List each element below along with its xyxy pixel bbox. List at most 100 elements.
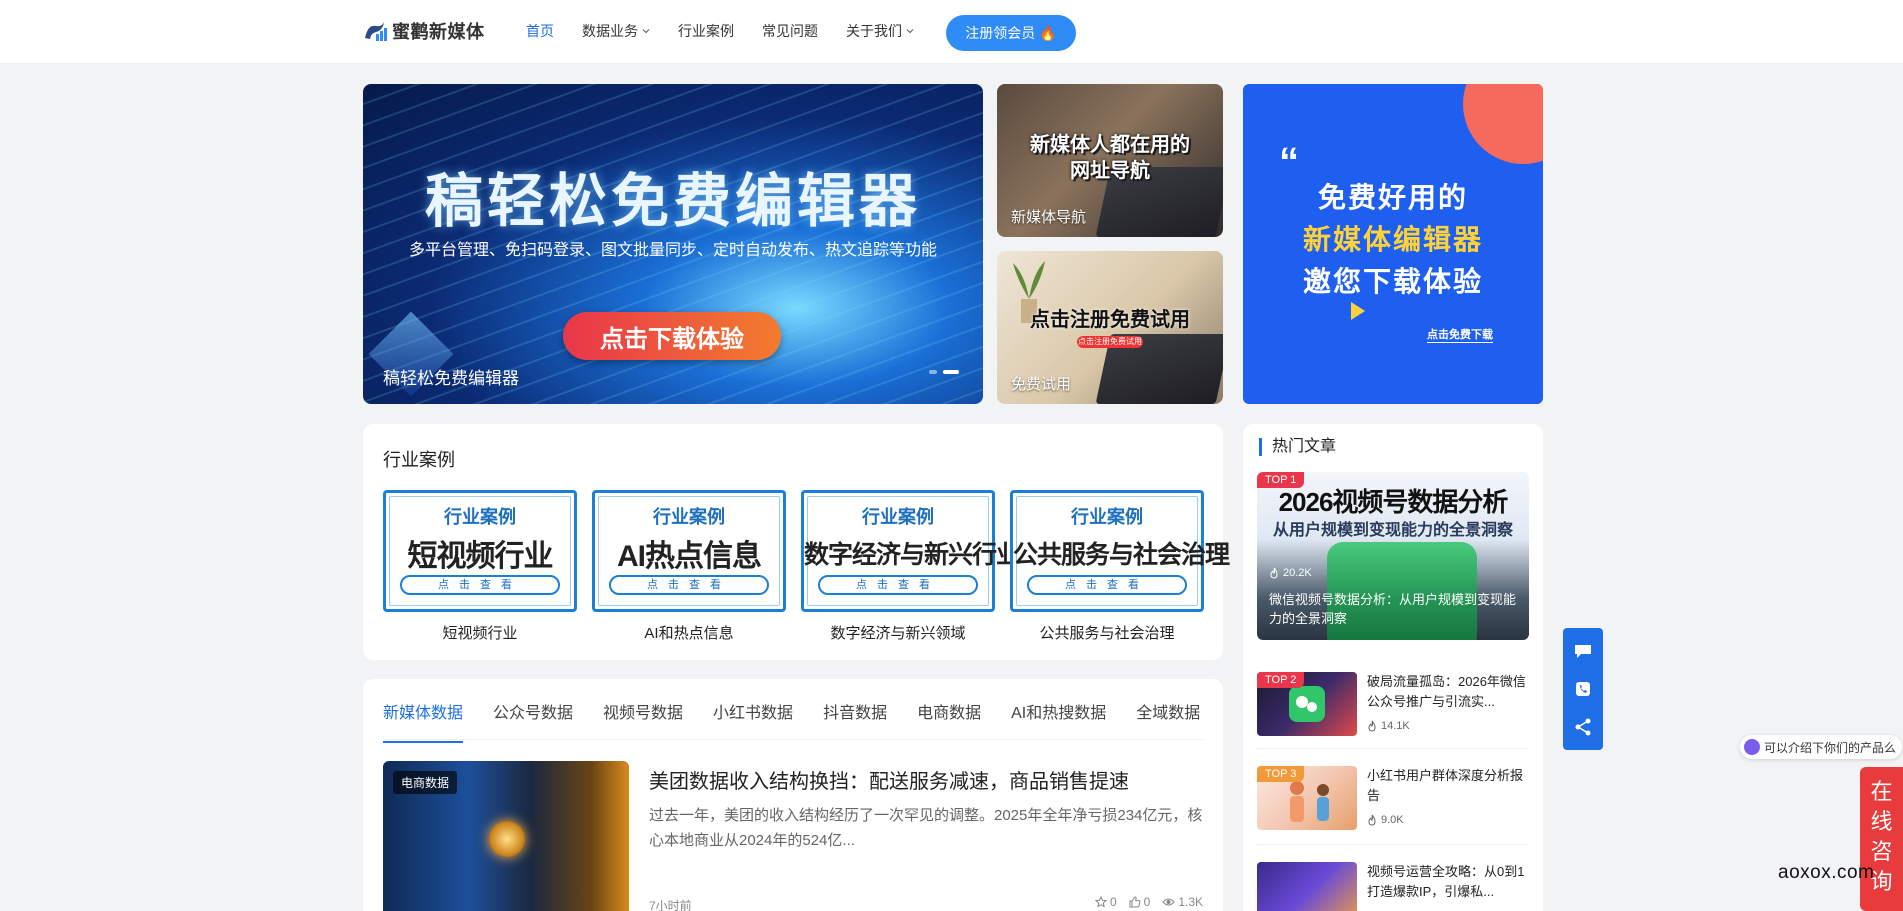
site-logo[interactable]: 蜜鹳新媒体 xyxy=(362,18,485,44)
logo-text: 蜜鹳新媒体 xyxy=(392,22,485,42)
hot-article-item[interactable]: 视频号运营全攻略：从0到1打造爆款IP，引爆私... xyxy=(1257,862,1529,911)
thumbs-up-icon xyxy=(1129,896,1140,908)
divider xyxy=(1257,844,1529,845)
decorative-circle xyxy=(1463,84,1543,164)
article-summary: 过去一年，美团的收入结构经历了一次罕见的调整。2025年全年净亏损234亿元，核… xyxy=(649,807,1203,849)
case-public-service[interactable]: 行业案例 公共服务与社会治理 点击查看 公共服务与社会治理 xyxy=(1010,490,1230,643)
hot-view-count: 9.0K xyxy=(1381,814,1404,826)
rank-badge: TOP 3 xyxy=(1257,766,1305,782)
like-stat[interactable]: 0 xyxy=(1129,895,1150,909)
chevron-down-icon xyxy=(906,29,914,34)
nav-about-label: 关于我们 xyxy=(846,23,902,39)
tab-xiaohongshu-data[interactable]: 小红书数据 xyxy=(713,699,793,743)
article-time: 7小时前 xyxy=(649,899,692,911)
tab-ai-hot-search-data[interactable]: AI和热搜数据 xyxy=(1011,699,1106,743)
nav-banner-line1: 新媒体人都在用的 xyxy=(1030,134,1190,156)
trial-banner-caption: 免费试用 xyxy=(1011,376,1072,393)
case-check-button: 点击查看 xyxy=(609,575,769,595)
top1-caption: 微信视频号数据分析：从用户规模到变现能力的全景洞察 xyxy=(1269,592,1517,626)
hot-article-item[interactable]: TOP 3 小红书用户群体深度分析报告 9.0K xyxy=(1257,766,1529,830)
floating-contact-bar xyxy=(1563,628,1603,750)
nav-faq[interactable]: 常见问题 xyxy=(762,20,818,42)
tabs-divider xyxy=(383,739,1203,740)
eye-icon xyxy=(1162,898,1175,906)
tab-new-media-data[interactable]: 新媒体数据 xyxy=(383,699,464,743)
nav-home[interactable]: 首页 xyxy=(526,20,554,42)
register-member-button[interactable]: 注册领会员 🔥 xyxy=(946,15,1076,51)
tab-ecommerce-data[interactable]: 电商数据 xyxy=(917,699,981,743)
case-ai-hot[interactable]: 行业案例 AI热点信息 点击查看 AI和热点信息 xyxy=(592,490,786,643)
tab-official-account-data[interactable]: 公众号数据 xyxy=(493,699,573,743)
case-check-button: 点击查看 xyxy=(1027,575,1187,595)
case-tag: 行业案例 xyxy=(653,507,725,527)
main-banner[interactable]: 稿轻松免费编辑器 多平台管理、免扫码登录、图文批量同步、定时自动发布、热文追踪等… xyxy=(363,84,983,404)
nav-data-business-label: 数据业务 xyxy=(582,23,638,39)
case-card-image: 行业案例 公共服务与社会治理 点击查看 xyxy=(1010,490,1230,612)
download-experience-button[interactable]: 点击下载体验 xyxy=(563,312,781,360)
main-banner-title: 稿轻松免费编辑器 xyxy=(424,169,921,234)
industry-cases-card: 行业案例 行业案例 短视频行业 点击查看 短视频行业 行业案例 AI热点信息 点… xyxy=(363,424,1230,660)
case-check-button: 点击查看 xyxy=(400,575,560,595)
case-name: 短视频行业 xyxy=(407,540,554,573)
free-trial-banner[interactable]: 点击注册免费试用 点击注册免费试用 免费试用 xyxy=(997,251,1223,404)
chatbot-hint-text: 可以介绍下你们的产品么 xyxy=(1764,740,1897,755)
data-tabs: 新媒体数据 公众号数据 视频号数据 小红书数据 抖音数据 电商数据 AI和热搜数… xyxy=(383,699,1200,743)
hot-articles-card: 热门文章 2026视频号数据分析 从用户规模到变现能力的全景洞察 TOP 1 2… xyxy=(1243,424,1543,911)
online-consult-button[interactable]: 在线咨询 xyxy=(1860,767,1903,911)
tab-omnichannel-data[interactable]: 全域数据 xyxy=(1136,699,1200,743)
phone-icon[interactable] xyxy=(1573,679,1593,699)
nav-banner-caption: 新媒体导航 xyxy=(1011,209,1087,226)
view-stat: 1.3K xyxy=(1162,895,1203,909)
case-short-video[interactable]: 行业案例 短视频行业 点击查看 短视频行业 xyxy=(383,490,577,643)
share-icon[interactable] xyxy=(1573,717,1593,737)
favorite-stat[interactable]: 0 xyxy=(1094,895,1117,909)
chat-icon[interactable] xyxy=(1573,641,1593,661)
flame-icon xyxy=(1368,814,1376,826)
article-item[interactable]: 电商数据 美团数据收入结构换挡：配送服务减速，商品销售提速 过去一年，美团的收入… xyxy=(383,761,1203,911)
case-label: 数字经济与新兴领域 xyxy=(830,625,966,642)
case-digital-economy[interactable]: 行业案例 数字经济与新兴行业 点击查看 数字经济与新兴领域 xyxy=(801,490,1021,643)
article-category-badge: 电商数据 xyxy=(393,771,458,794)
nav-faq-label: 常见问题 xyxy=(762,23,818,39)
tab-douyin-data[interactable]: 抖音数据 xyxy=(823,699,887,743)
case-card-image: 行业案例 短视频行业 点击查看 xyxy=(383,490,577,612)
hot-article-title: 小红书用户群体深度分析报告 xyxy=(1367,768,1524,803)
main-banner-caption: 稿轻松免费编辑器 xyxy=(383,369,519,388)
case-name: AI热点信息 xyxy=(617,540,762,573)
carousel-dot[interactable] xyxy=(929,370,937,374)
editor-download-banner[interactable]: “ 免费好用的 新媒体编辑器 邀您下载体验 点击免费下载 xyxy=(1243,84,1543,404)
nav-about[interactable]: 关于我们 xyxy=(846,20,914,42)
site-header: 蜜鹳新媒体 首页 数据业务 行业案例 常见问题 关于我们 注册领会员 🔥 xyxy=(0,0,1903,64)
article-thumbnail[interactable]: 电商数据 xyxy=(383,761,629,911)
divider xyxy=(1257,748,1529,749)
main-banner-subtitle: 多平台管理、免扫码登录、图文批量同步、定时自动发布、热文追踪等功能 xyxy=(408,242,937,259)
case-tag: 行业案例 xyxy=(1071,507,1143,527)
nav-industry-cases[interactable]: 行业案例 xyxy=(678,20,734,42)
view-count: 1.3K xyxy=(1178,895,1203,909)
rank-badge: TOP 1 xyxy=(1257,472,1305,488)
hot-article-top1[interactable]: 2026视频号数据分析 从用户规模到变现能力的全景洞察 TOP 1 20.2K … xyxy=(1257,472,1529,640)
hot-view-count: 14.1K xyxy=(1381,720,1410,732)
hot-articles-title: 热门文章 xyxy=(1259,438,1336,456)
register-label: 注册领会员 xyxy=(965,25,1036,41)
nav-data-business[interactable]: 数据业务 xyxy=(582,20,650,42)
nav-banner-title: 新媒体人都在用的 网址导航 xyxy=(997,132,1223,184)
right-banner-line3: 邀您下载体验 xyxy=(1302,266,1483,297)
case-tag: 行业案例 xyxy=(862,507,934,527)
article-stats: 0 0 1.3K xyxy=(1094,895,1203,909)
tab-channels-data[interactable]: 视频号数据 xyxy=(603,699,683,743)
trial-banner-badge: 点击注册免费试用 xyxy=(1077,336,1143,348)
watermark-text: aoxox.com xyxy=(1778,862,1875,883)
main-nav: 首页 数据业务 行业案例 常见问题 关于我们 xyxy=(526,20,914,42)
play-icon xyxy=(1351,302,1365,320)
carousel-dot-active[interactable] xyxy=(943,370,959,374)
chatbot-hint-bubble[interactable]: 可以介绍下你们的产品么 xyxy=(1740,735,1903,759)
article-title[interactable]: 美团数据收入结构换挡：配送服务减速，商品销售提速 xyxy=(649,765,1129,794)
right-banner-line1: 免费好用的 xyxy=(1317,182,1468,213)
nav-home-label: 首页 xyxy=(526,23,554,39)
nav-site-banner[interactable]: 新媒体人都在用的 网址导航 新媒体导航 xyxy=(997,84,1223,237)
hot-article-views: 9.0K xyxy=(1367,814,1404,826)
free-download-link[interactable]: 点击免费下载 xyxy=(1427,326,1493,343)
hot-article-item[interactable]: TOP 2 破局流量孤岛：2026年微信公众号推广与引流实... 14.1K xyxy=(1257,672,1529,736)
case-check-button: 点击查看 xyxy=(818,575,978,595)
